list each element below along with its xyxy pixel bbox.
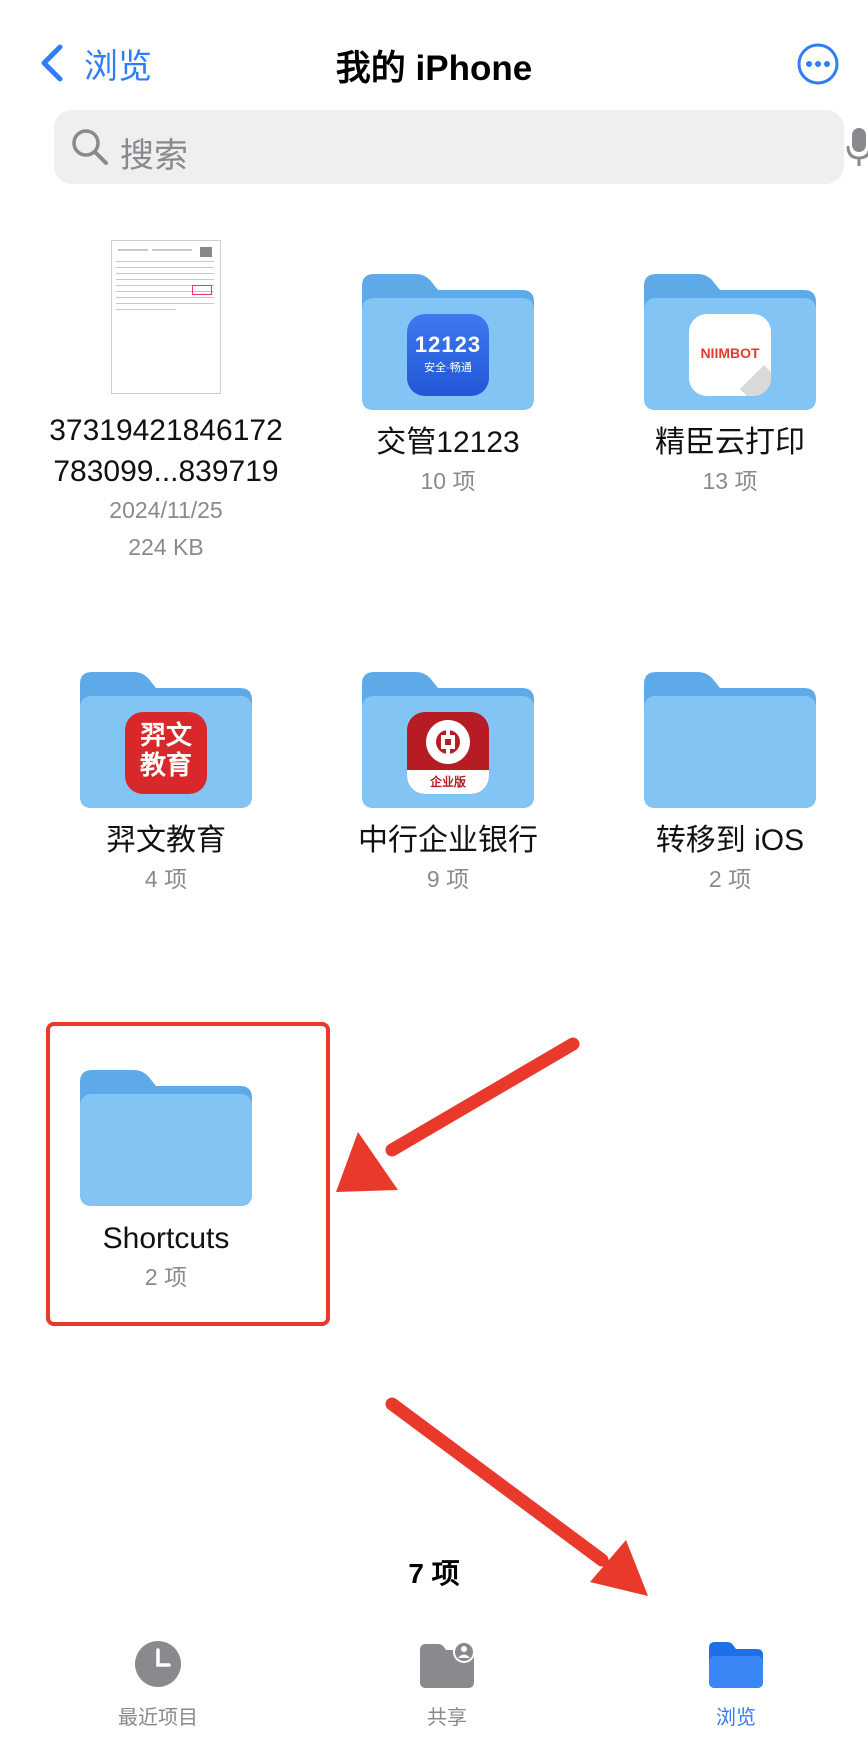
- tab-label: 共享: [427, 1707, 467, 1729]
- tab-recents[interactable]: 最近项目: [68, 1640, 248, 1730]
- clock-icon: [135, 1641, 181, 1687]
- arrow-to-shortcuts: [336, 1037, 580, 1192]
- tab-browse[interactable]: 浏览: [646, 1640, 826, 1730]
- tab-label: 浏览: [716, 1707, 756, 1729]
- shared-folder-icon: [420, 1641, 475, 1688]
- annotation-arrows: [336, 1037, 648, 1596]
- item-count-summary: 7 项: [408, 1558, 460, 1589]
- tab-label: 最近项目: [118, 1707, 198, 1729]
- folder-icon: [709, 1642, 763, 1688]
- tab-shared[interactable]: 共享: [357, 1640, 537, 1730]
